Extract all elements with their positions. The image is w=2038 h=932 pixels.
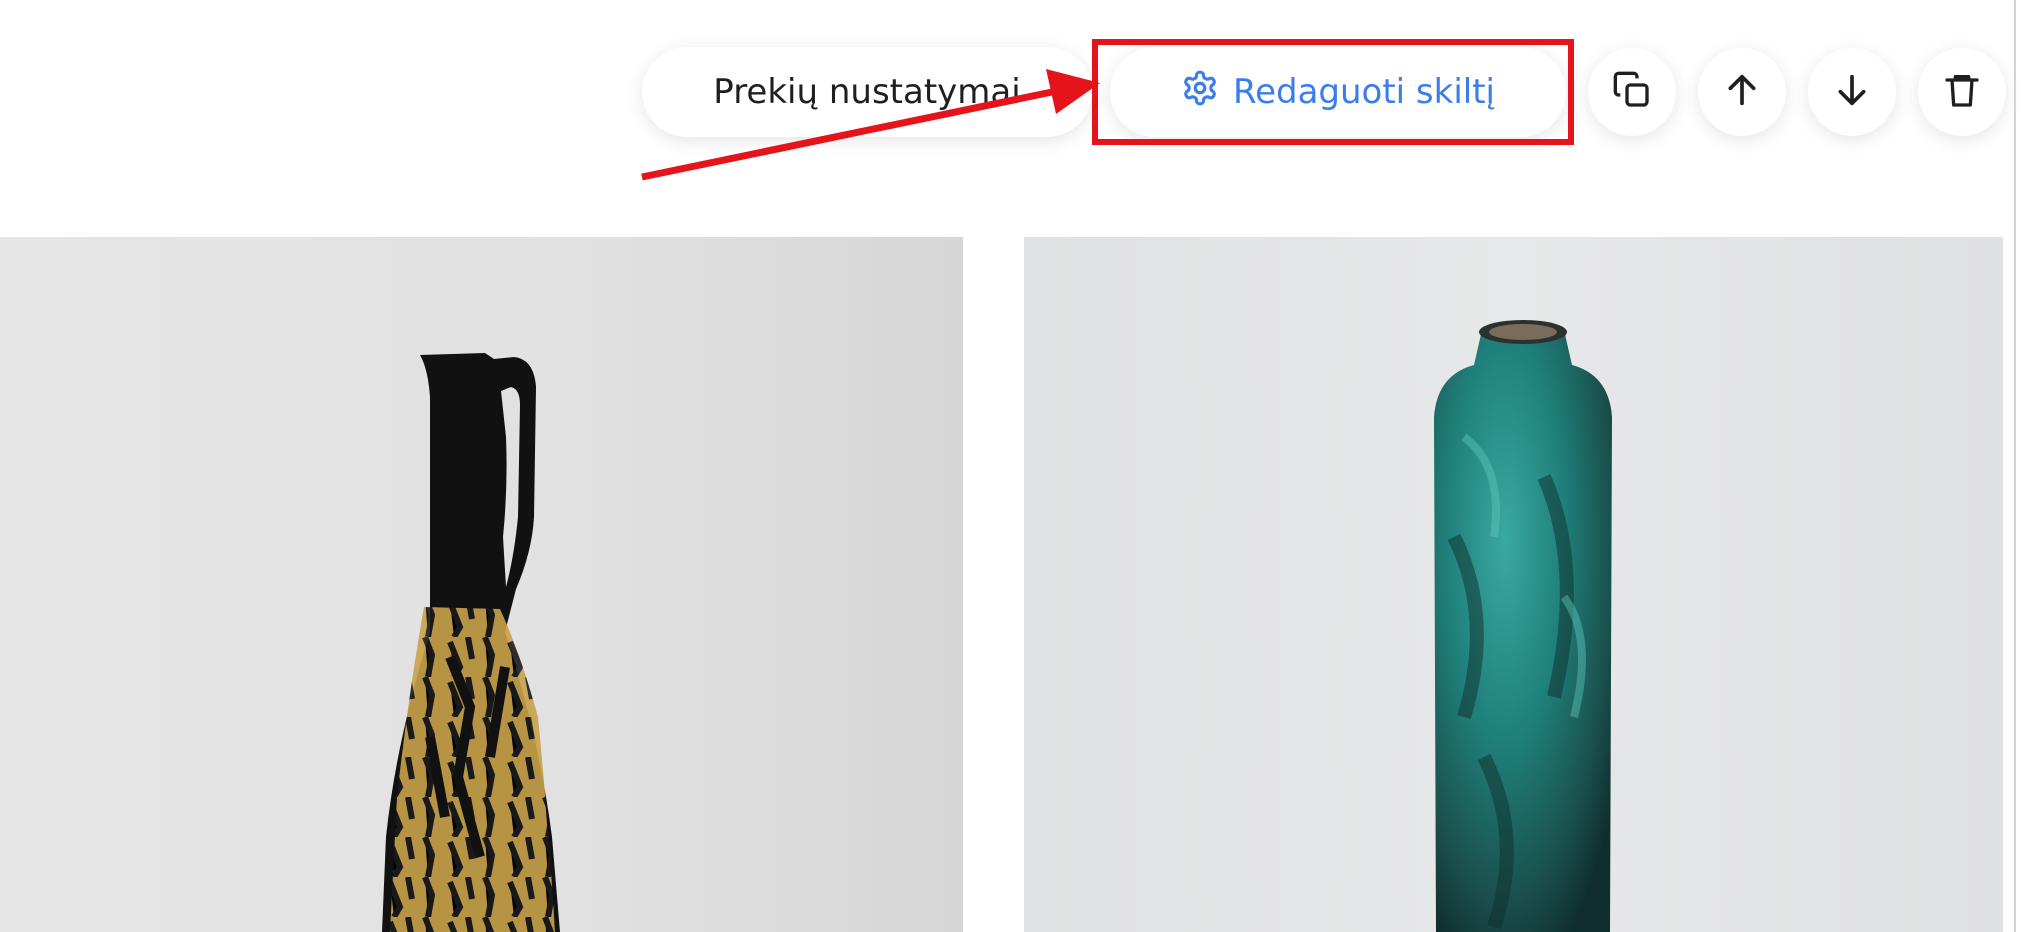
duplicate-icon bbox=[1612, 70, 1652, 114]
product-image-black-gold-jug[interactable] bbox=[0, 237, 963, 932]
duplicate-button[interactable] bbox=[1588, 48, 1676, 136]
trash-icon bbox=[1942, 70, 1982, 114]
scrollbar[interactable] bbox=[2014, 0, 2016, 932]
arrow-down-icon bbox=[1832, 70, 1872, 114]
move-down-button[interactable] bbox=[1808, 48, 1896, 136]
section-toolbar: Prekių nustatymai Redaguoti skiltį bbox=[0, 0, 2038, 200]
gear-icon bbox=[1181, 69, 1219, 116]
move-up-button[interactable] bbox=[1698, 48, 1786, 136]
product-settings-label: Prekių nustatymai bbox=[713, 72, 1021, 112]
product-image-teal-vase[interactable] bbox=[1024, 237, 2003, 932]
edit-section-label: Redaguoti skiltį bbox=[1232, 72, 1496, 112]
product-settings-button[interactable]: Prekių nustatymai bbox=[642, 47, 1092, 137]
edit-section-button[interactable]: Redaguoti skiltį bbox=[1110, 47, 1566, 137]
arrow-up-icon bbox=[1722, 70, 1762, 114]
delete-button[interactable] bbox=[1918, 48, 2006, 136]
